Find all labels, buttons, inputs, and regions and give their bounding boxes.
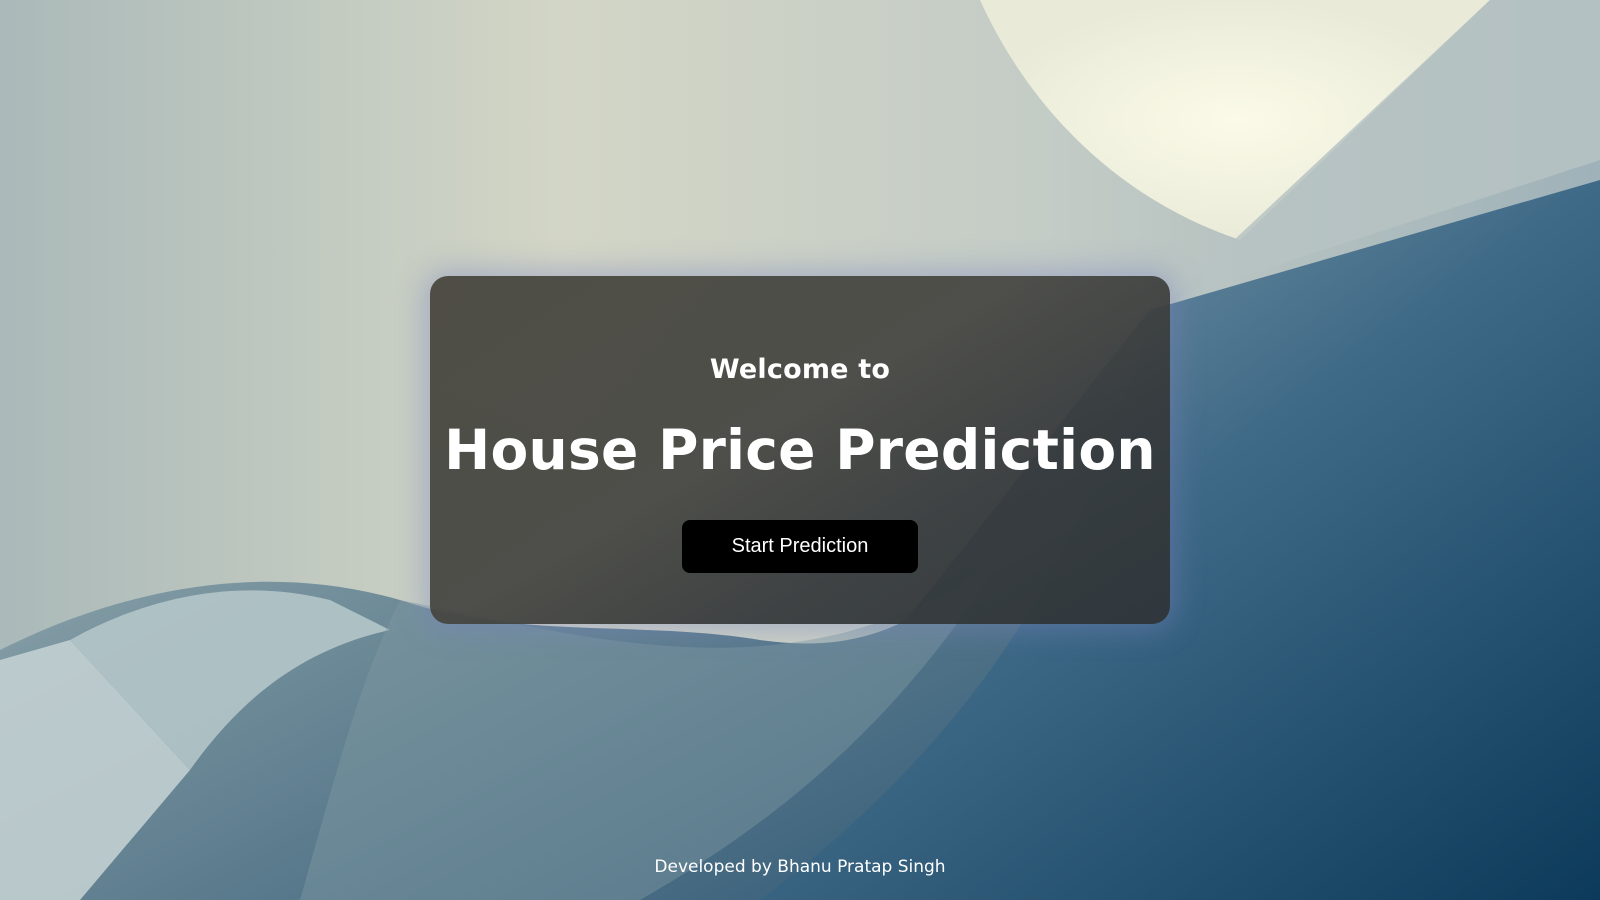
welcome-card: Welcome to House Price Prediction Start …	[430, 276, 1170, 624]
welcome-heading: Welcome to	[709, 354, 891, 385]
footer-credit: Developed by Bhanu Pratap Singh	[654, 857, 946, 877]
start-prediction-button[interactable]: Start Prediction	[682, 520, 918, 573]
page-title: House Price Prediction	[444, 418, 1156, 482]
landing-page: Welcome to House Price Prediction Start …	[0, 0, 1600, 900]
